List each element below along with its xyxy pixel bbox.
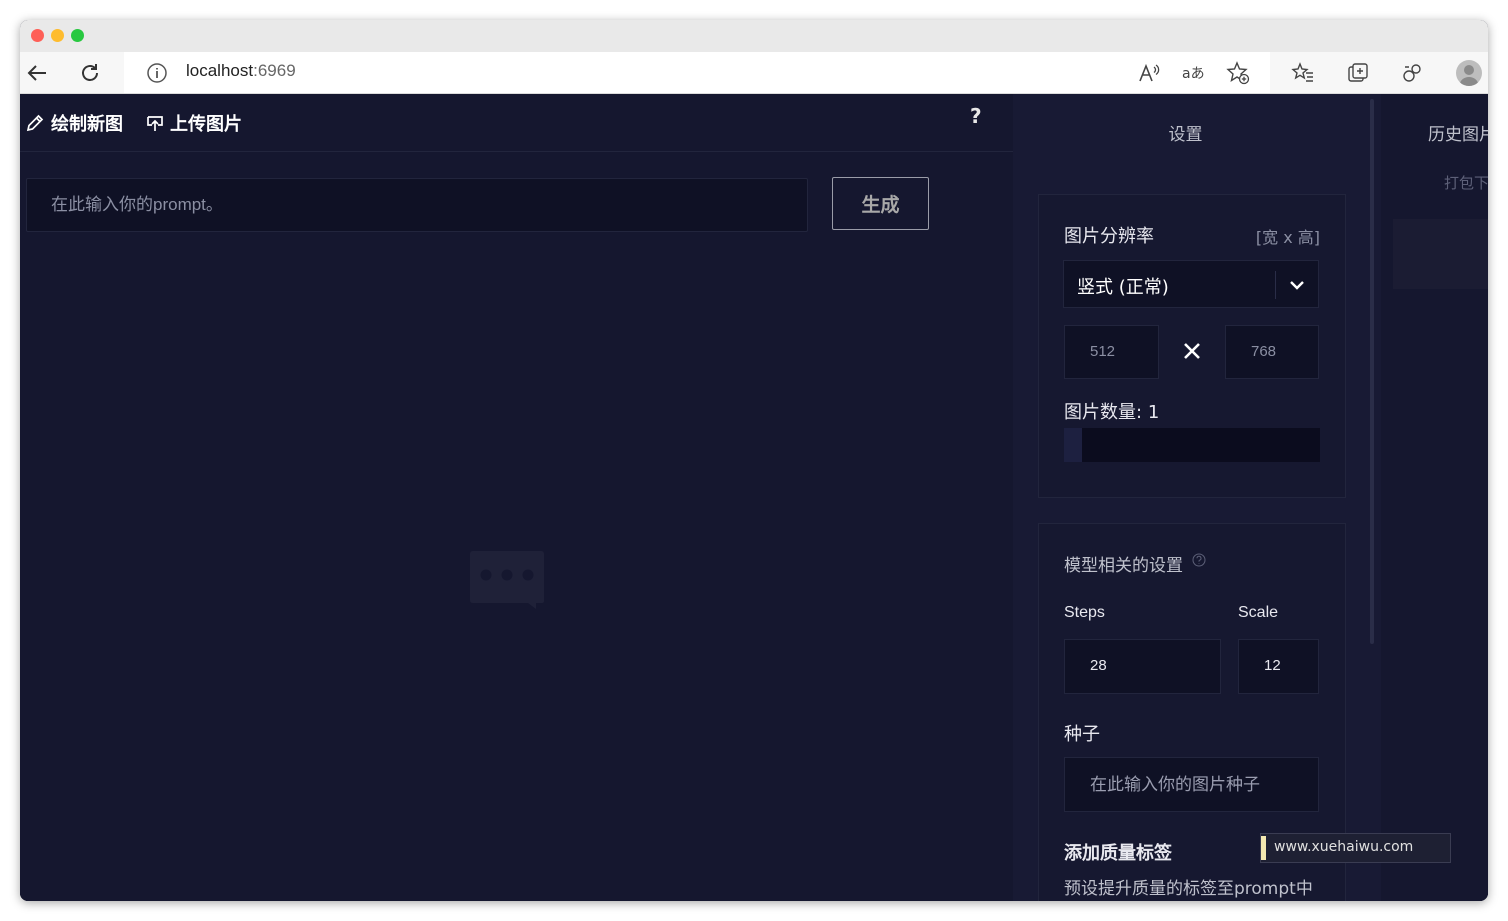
quality-tags-title: 添加质量标签 [1064,843,1172,864]
collections-icon[interactable] [1345,60,1371,86]
watermark: www.xuehaiwu.com [1260,833,1451,863]
image-count-value: 1 [1147,402,1160,423]
back-icon[interactable] [24,60,50,86]
tab-upload[interactable]: 上传图片 [146,110,242,136]
profile-avatar[interactable] [1456,60,1482,86]
tab-draw-label: 绘制新图 [51,114,123,135]
model-settings-title-text: 模型相关的设置 [1064,556,1183,576]
upload-icon [147,116,163,131]
resolution-hint: [宽 x 高] [1255,228,1320,247]
site-info-icon[interactable] [144,60,170,86]
seed-label: 种子 [1064,724,1100,745]
history-panel: 历史图片 打包下载 [1381,94,1488,901]
quality-tags-desc: 预设提升质量的标签至prompt中 [1064,879,1313,899]
resolution-label: 图片分辨率 [1064,226,1154,247]
image-count-label: 图片数量: 1 [1064,398,1159,424]
history-title: 历史图片 [1428,125,1488,145]
image-count-slider[interactable] [1064,428,1320,462]
resolution-selected: 竖式 (正常) [1077,277,1169,298]
model-settings-title: 模型相关的设置 [1064,551,1206,576]
close-window-button[interactable] [31,29,44,42]
translate-icon[interactable]: aあ [1180,60,1206,86]
resolution-card: 图片分辨率 [宽 x 高] 竖式 (正常) 512 768 图片数量: 1 [1038,194,1346,498]
maximize-window-button[interactable] [71,29,84,42]
times-icon [1184,343,1200,359]
add-favorite-icon[interactable] [1225,60,1251,86]
url-text[interactable]: localhost:6969 [186,61,296,81]
seed-input[interactable] [1065,758,1318,811]
image-count-text: 图片数量: [1064,402,1143,423]
history-thumbnail[interactable] [1393,219,1488,289]
app-root: 绘制新图 上传图片 ? 生成 设置 图片分辨率 [宽 x 高] [20,94,1488,901]
chevron-down-icon[interactable] [1288,276,1306,294]
main-panel: 绘制新图 上传图片 ? 生成 [20,94,1013,901]
reload-icon[interactable] [77,60,103,86]
watermark-text: www.xuehaiwu.com [1274,839,1414,855]
resolution-select[interactable]: 竖式 (正常) [1063,260,1319,308]
svg-text:aあ: aあ [1182,66,1205,82]
steps-input[interactable]: 28 [1064,639,1221,694]
settings-scrollbar[interactable] [1370,99,1374,644]
read-aloud-icon[interactable] [1136,60,1162,86]
height-input[interactable]: 768 [1225,325,1319,379]
question-circle-icon[interactable] [1192,553,1206,567]
width-input[interactable]: 512 [1064,325,1159,379]
url-port: :6969 [253,61,296,80]
steps-label: Steps [1064,604,1105,621]
download-all-link[interactable]: 打包下载 [1444,172,1488,193]
seed-field[interactable] [1064,757,1319,812]
pencil-icon [26,114,44,132]
prompt-field[interactable] [26,178,808,232]
minimize-window-button[interactable] [51,29,64,42]
settings-panel: 设置 图片分辨率 [宽 x 高] 竖式 (正常) 512 768 图片数量: 1 [1013,94,1381,901]
slider-fill [1064,428,1082,462]
extensions-icon[interactable] [1399,60,1425,86]
select-divider [1275,271,1276,299]
browser-window: localhost:6969 aあ 绘制新图 上传图片 ? 在此输入你的prom… [20,20,1488,901]
tab-draw-new[interactable]: 绘制新图 [25,110,123,136]
watermark-bar [1261,836,1266,860]
url-host: localhost [186,61,254,80]
prompt-input[interactable] [27,179,807,231]
generate-button[interactable]: 生成 [832,177,929,230]
help-button[interactable]: ? [970,104,982,128]
empty-chat-icon [470,551,544,613]
tab-upload-label: 上传图片 [170,114,242,135]
settings-title: 设置 [1168,125,1203,145]
address-bar[interactable]: localhost:6969 aあ [124,52,1270,93]
scale-input[interactable]: 12 [1238,639,1319,694]
browser-toolbar: localhost:6969 aあ [20,52,1488,94]
scale-label: Scale [1238,604,1279,621]
tab-bar: 绘制新图 上传图片 ? [20,94,1013,152]
title-bar [20,20,1488,52]
favorites-icon[interactable] [1290,60,1316,86]
